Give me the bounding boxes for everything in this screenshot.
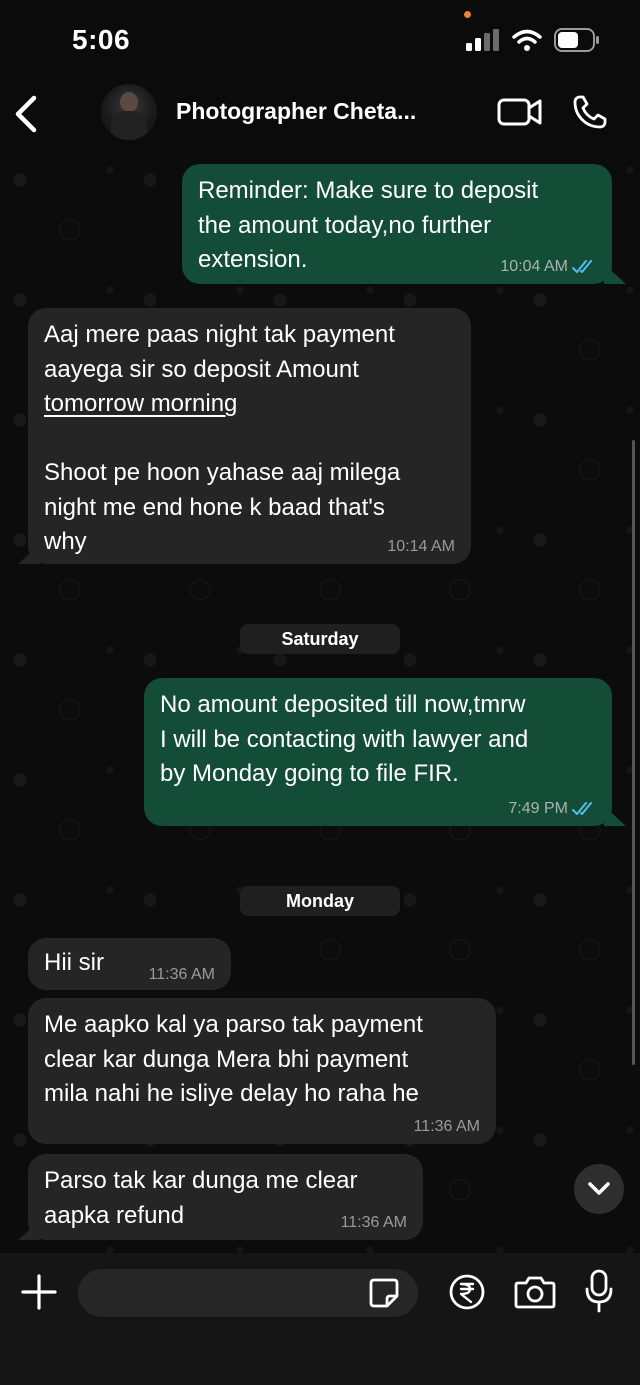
rupee-icon[interactable] xyxy=(448,1273,486,1311)
wifi-icon xyxy=(512,29,542,51)
message-time: 10:14 AM xyxy=(387,538,455,555)
message-text: Parso tak kar dunga me clear aapka refun… xyxy=(44,1167,358,1229)
battery-icon xyxy=(554,28,599,52)
message-input[interactable] xyxy=(78,1269,418,1317)
message-text: No amount deposited till now,tmrw I will… xyxy=(160,691,529,787)
message-bubble-outgoing[interactable]: No amount deposited till now,tmrw I will… xyxy=(144,678,612,826)
read-ticks-icon xyxy=(572,802,592,815)
message-meta: 11:36 AM xyxy=(414,1118,480,1136)
message-text: Reminder: Make sure to deposit the amoun… xyxy=(198,177,539,273)
message-meta: 7:49 PM xyxy=(508,800,596,818)
message-link[interactable]: tomorrow morning xyxy=(44,387,400,422)
contact-name[interactable]: Photographer Cheta... xyxy=(176,98,416,125)
read-ticks-icon xyxy=(572,260,592,273)
bubble-tail xyxy=(604,806,626,826)
message-bubble-incoming[interactable]: Aaj mere paas night tak payment aayega s… xyxy=(28,308,471,564)
camera-icon[interactable] xyxy=(514,1273,556,1311)
message-meta: 11:36 AM xyxy=(149,966,215,984)
message-time: 7:49 PM xyxy=(508,800,568,817)
sticker-icon[interactable] xyxy=(368,1277,400,1309)
chat-header: Photographer Cheta... xyxy=(0,80,640,150)
video-call-icon[interactable] xyxy=(497,96,543,128)
message-text: Me aapko kal ya parso tak payment clear … xyxy=(44,1011,423,1107)
status-bar: 5:06 xyxy=(0,0,640,80)
message-time: 11:36 AM xyxy=(413,1118,480,1135)
mic-icon[interactable] xyxy=(584,1269,614,1313)
message-meta: 10:14 AM xyxy=(387,538,455,556)
chevron-down-icon xyxy=(588,1182,610,1195)
chat-area[interactable]: Reminder: Make sure to deposit the amoun… xyxy=(0,150,640,1253)
signal-icon xyxy=(466,29,499,51)
message-time: 11:36 AM xyxy=(340,1214,407,1231)
message-bubble-outgoing[interactable]: Reminder: Make sure to deposit the amoun… xyxy=(182,164,612,284)
back-icon[interactable] xyxy=(12,94,42,134)
message-meta: 10:04 AM xyxy=(500,258,596,276)
message-text: Hii sir xyxy=(44,949,104,976)
voice-call-icon[interactable] xyxy=(572,94,608,130)
status-time: 5:06 xyxy=(72,24,131,55)
scroll-down-button[interactable] xyxy=(574,1164,624,1214)
message-meta: 11:36 AM xyxy=(341,1214,407,1232)
message-bubble-incoming[interactable]: Me aapko kal ya parso tak payment clear … xyxy=(28,998,496,1144)
privacy-indicator-dot xyxy=(464,11,471,18)
scrollbar[interactable] xyxy=(632,440,635,1065)
message-text: Aaj mere paas night tak payment aayega s… xyxy=(44,321,395,383)
bubble-tail xyxy=(604,264,626,284)
message-text: Shoot pe hoon yahase aaj milega night me… xyxy=(44,459,401,555)
plus-icon[interactable] xyxy=(20,1273,58,1311)
status-icons xyxy=(466,28,600,52)
message-bubble-incoming[interactable]: Parso tak kar dunga me clear aapka refun… xyxy=(28,1154,423,1240)
day-separator: Saturday xyxy=(240,624,400,654)
message-time: 11:36 AM xyxy=(148,966,215,983)
avatar[interactable] xyxy=(101,84,157,140)
message-bubble-incoming[interactable]: Hii sir 11:36 AM xyxy=(28,938,231,990)
composer-bar xyxy=(0,1253,640,1385)
message-time: 10:04 AM xyxy=(500,258,568,275)
day-separator: Monday xyxy=(240,886,400,916)
